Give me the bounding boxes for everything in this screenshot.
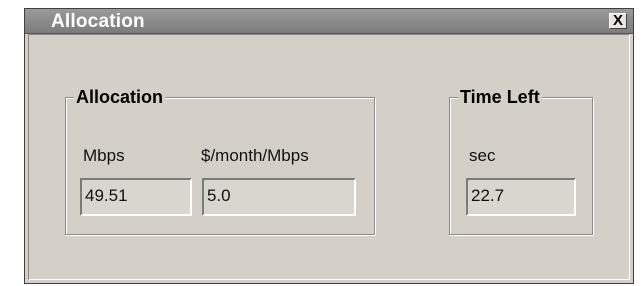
price-field[interactable]: 5.0	[202, 178, 356, 216]
mbps-field[interactable]: 49.51	[80, 178, 192, 216]
title-bar[interactable]: Allocation X	[25, 9, 633, 34]
allocation-group: Allocation Mbps $/month/Mbps 49.51 5.0	[65, 87, 375, 235]
close-button[interactable]: X	[609, 13, 627, 29]
allocation-group-title: Allocation	[74, 87, 166, 108]
sec-label: sec	[469, 146, 496, 165]
close-icon: X	[612, 12, 623, 29]
time-left-group: Time Left sec 22.7	[449, 87, 593, 235]
time-left-group-title: Time Left	[458, 87, 542, 108]
price-label: $/month/Mbps	[201, 146, 309, 165]
sec-field[interactable]: 22.7	[466, 178, 576, 216]
mbps-label: Mbps	[83, 146, 125, 165]
allocation-window: Allocation X Allocation Mbps $/month/Mbp…	[24, 8, 634, 284]
window-title: Allocation	[51, 11, 145, 32]
